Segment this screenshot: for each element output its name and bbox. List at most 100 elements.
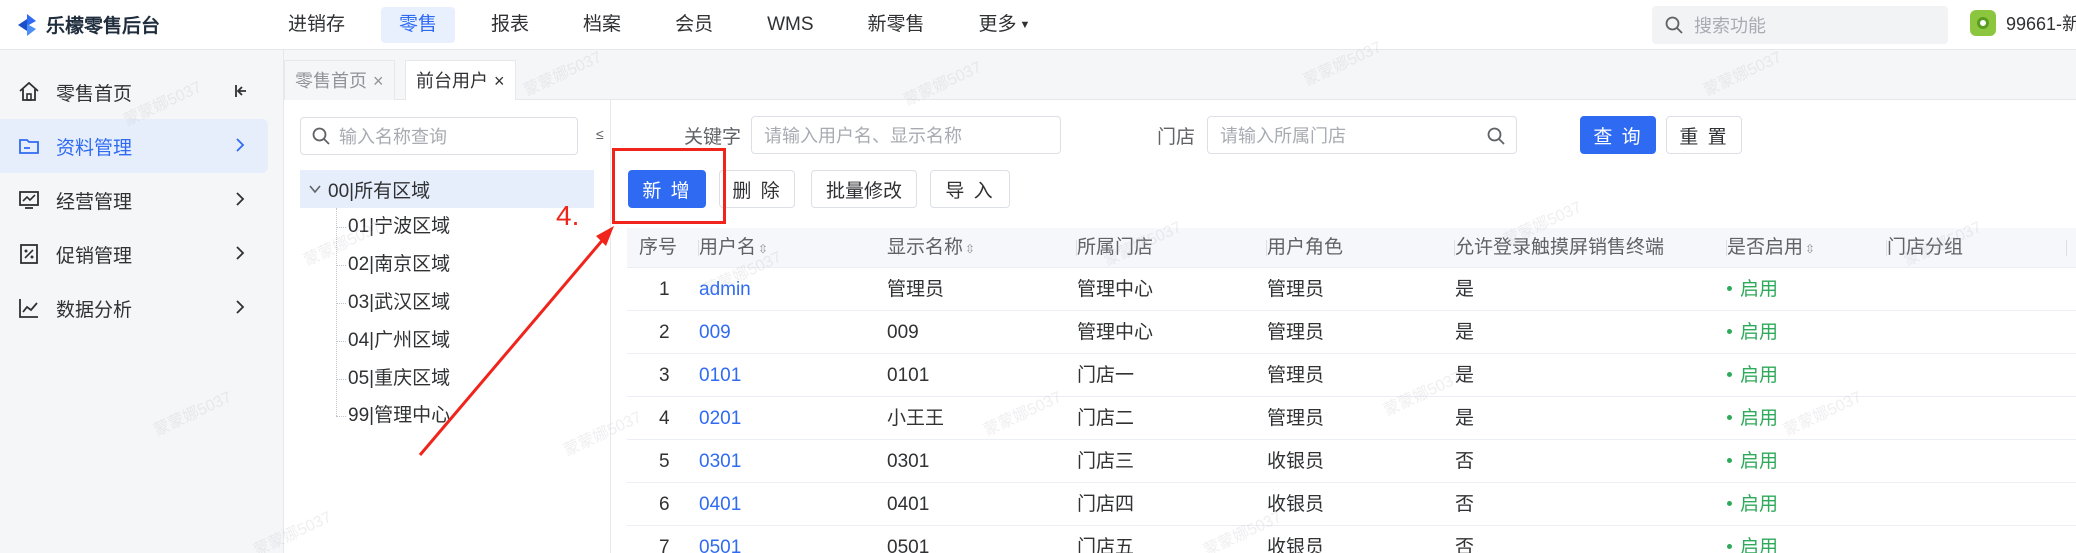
cell-username[interactable]: 0501	[699, 526, 741, 553]
sidebar-item-label: 数据分析	[56, 299, 133, 321]
col-header-store-group: 门店分组	[1887, 228, 2067, 268]
table-row[interactable]: 5 0301 0301 门店三 收银员 否 启用	[627, 440, 2076, 483]
cell-username[interactable]: 009	[699, 311, 731, 354]
status-dot-icon	[1727, 501, 1732, 506]
status-label: 启用	[1740, 279, 1779, 300]
col-header-label: 门店分组	[1887, 237, 1964, 258]
tree-node-wuhan[interactable]: 03|武汉区域	[348, 284, 450, 322]
cell-touch: 是	[1455, 279, 1475, 300]
sidebar-item-retail-home[interactable]: 零售首页	[0, 65, 268, 119]
user-menu[interactable]: 99661-新	[1970, 10, 2076, 36]
cell-username[interactable]: 0101	[699, 354, 741, 397]
cell-username[interactable]: admin	[699, 268, 751, 311]
keyword-placeholder: 请输入用户名、显示名称	[764, 126, 962, 146]
search-icon	[1665, 16, 1683, 34]
sidebar-item-label: 经营管理	[56, 191, 133, 213]
tree-connector	[336, 208, 337, 416]
annotation-step-label: 4.	[556, 200, 580, 231]
nav-item-reports[interactable]: 报表	[473, 7, 547, 43]
import-button[interactable]: 导 入	[930, 170, 1010, 208]
col-header-store: 所属门店	[1077, 228, 1267, 268]
cell-touch: 否	[1455, 537, 1475, 553]
nav-item-wms[interactable]: WMS	[749, 7, 831, 43]
sidebar-item-data-management[interactable]: 资料管理	[0, 119, 268, 173]
cell-username[interactable]: 0201	[699, 397, 741, 440]
page-tabs: 零售首页 × 前台用户 ×	[284, 50, 2076, 100]
cell-no: 1	[659, 279, 670, 300]
tab-front-users[interactable]: 前台用户 ×	[405, 60, 516, 100]
cell-display: 0101	[887, 365, 930, 386]
top-bar: 乐檬零售后台 进销存 零售 报表 档案 会员 WMS 新零售 更多 ▼ 搜索功能 …	[0, 0, 2076, 50]
caret-down-icon: ▼	[1019, 19, 1031, 31]
tree-connector	[336, 341, 346, 342]
tab-retail-home[interactable]: 零售首页 ×	[284, 60, 395, 100]
reset-button[interactable]: 重 置	[1666, 116, 1742, 154]
nav-item-new-retail[interactable]: 新零售	[850, 7, 943, 43]
tree-node-nanjing[interactable]: 02|南京区域	[348, 246, 450, 284]
cell-touch: 否	[1455, 494, 1475, 515]
collapse-panel-icon[interactable]: ≤	[596, 126, 604, 142]
tree-search-input[interactable]: 输入名称查询	[300, 117, 578, 155]
status-label: 启用	[1740, 494, 1779, 515]
cell-username[interactable]: 0401	[699, 483, 741, 526]
app-logo[interactable]: 乐檬零售后台	[16, 11, 160, 38]
table-row[interactable]: 6 0401 0401 门店四 收银员 否 启用	[627, 483, 2076, 526]
sidebar-item-label: 资料管理	[56, 137, 133, 159]
store-input[interactable]: 请输入所属门店	[1207, 116, 1517, 154]
col-header-username[interactable]: 用户名 ⇳	[699, 228, 899, 268]
tree-node-chongqing[interactable]: 05|重庆区域	[348, 360, 450, 398]
sidebar-item-operations[interactable]: 经营管理	[0, 173, 268, 227]
cell-enabled: 启用	[1727, 526, 1778, 553]
tree-root-node[interactable]: 00|所有区域	[300, 170, 594, 208]
avatar	[1970, 10, 1996, 36]
cell-role: 收银员	[1267, 537, 1325, 553]
close-icon[interactable]: ×	[494, 71, 505, 91]
cell-enabled: 启用	[1727, 354, 1778, 397]
table-row[interactable]: 4 0201 小王王 门店二 管理员 是 启用	[627, 397, 2076, 440]
col-header-index: 序号	[639, 228, 699, 268]
sort-icon[interactable]: ⇳	[1805, 242, 1815, 256]
collapse-sidebar-icon[interactable]	[230, 81, 250, 101]
chevron-down-icon[interactable]	[308, 182, 322, 196]
tree-node-guangzhou[interactable]: 04|广州区域	[348, 322, 450, 360]
tree-search-placeholder: 输入名称查询	[339, 127, 447, 147]
nav-item-inventory[interactable]: 进销存	[270, 7, 363, 43]
annotation-highlight-box	[612, 148, 726, 224]
tree-connector	[336, 416, 346, 417]
col-header-enabled[interactable]: 是否启用 ⇳	[1727, 228, 1887, 268]
cell-no: 6	[659, 494, 670, 515]
table-row[interactable]: 7 0501 0501 门店五 收银员 否 启用	[627, 526, 2076, 553]
query-button[interactable]: 查 询	[1580, 116, 1656, 154]
cell-enabled: 启用	[1727, 440, 1778, 483]
sidebar-item-data-analysis[interactable]: 数据分析	[0, 281, 268, 335]
tree-connector	[336, 303, 346, 304]
cell-username[interactable]: 0301	[699, 440, 741, 483]
close-icon[interactable]: ×	[373, 71, 384, 91]
nav-item-archives[interactable]: 档案	[565, 7, 639, 43]
batch-edit-button[interactable]: 批量修改	[811, 170, 917, 208]
keyword-input[interactable]: 请输入用户名、显示名称	[751, 116, 1061, 154]
search-icon[interactable]	[1486, 126, 1506, 146]
cell-role: 管理员	[1267, 365, 1325, 386]
status-dot-icon	[1727, 286, 1732, 291]
home-icon	[16, 79, 42, 105]
table-header: 序号 用户名 ⇳ 显示名称 ⇳ 所属门店 用户角色 允许登录触摸屏销售终端 是否启用…	[627, 228, 2076, 268]
table-row[interactable]: 3 0101 0101 门店一 管理员 是 启用	[627, 354, 2076, 397]
nav-item-more[interactable]: 更多 ▼	[961, 7, 1049, 43]
tree-node-ningbo[interactable]: 01|宁波区域	[348, 208, 450, 246]
chevron-right-icon	[236, 192, 245, 206]
user-name: 99661-新	[2006, 14, 2076, 34]
col-header-display-name[interactable]: 显示名称 ⇳	[887, 228, 1077, 268]
tab-label: 零售首页	[295, 71, 367, 91]
nav-item-members[interactable]: 会员	[657, 7, 731, 43]
sidebar-item-promotions[interactable]: 促销管理	[0, 227, 268, 281]
sort-icon[interactable]: ⇳	[965, 242, 975, 256]
sort-icon[interactable]: ⇳	[758, 242, 768, 256]
delete-button[interactable]: 删 除	[719, 170, 795, 208]
tree-node-management-center[interactable]: 99|管理中心	[348, 397, 450, 435]
table-row[interactable]: 1 admin 管理员 管理中心 管理员 是 启用	[627, 268, 2076, 311]
table-row[interactable]: 2 009 009 管理中心 管理员 是 启用	[627, 311, 2076, 354]
tree-node-label: 00|所有区域	[328, 180, 431, 202]
nav-item-retail[interactable]: 零售	[381, 7, 456, 43]
global-search-input[interactable]: 搜索功能	[1652, 6, 1948, 44]
